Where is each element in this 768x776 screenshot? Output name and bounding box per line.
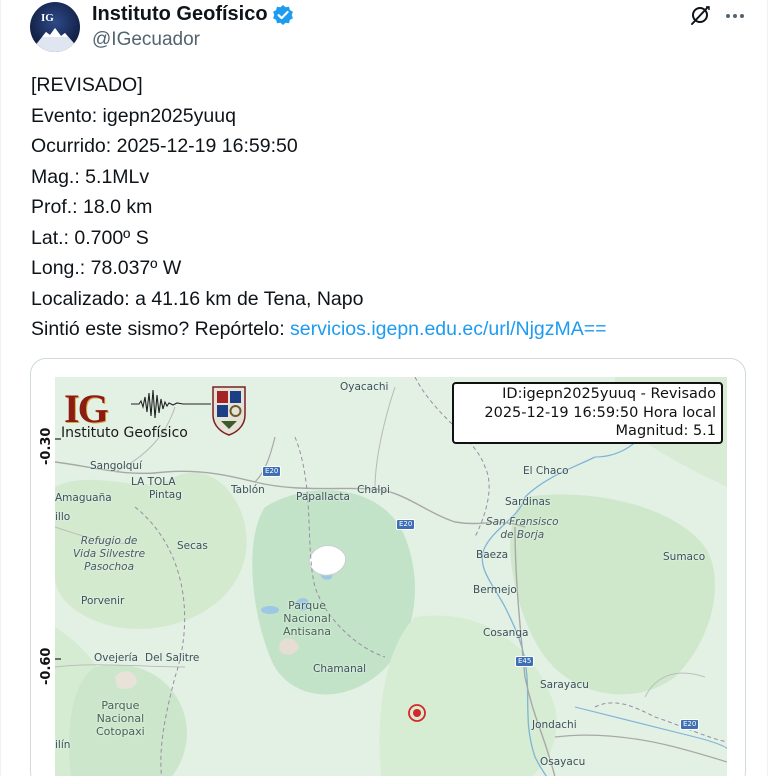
place-label: LA TOLA bbox=[131, 476, 176, 488]
tweet-line-location: Localizado: a 41.16 km de Tena, Napo bbox=[31, 287, 364, 310]
tweet-line-occurred: Ocurrido: 2025-12-19 16:59:50 bbox=[31, 135, 298, 157]
place-label: San Fransisco de Borja bbox=[486, 516, 559, 541]
place-label: Sarayacu bbox=[540, 679, 589, 691]
info-box-id: ID:igepn2025yuuq - Revisado bbox=[502, 386, 716, 402]
author-handle[interactable]: @IGecuador bbox=[92, 29, 200, 51]
place-label: Sardinas bbox=[505, 496, 551, 508]
road-shield: E20 bbox=[396, 519, 416, 530]
place-label: Chamanal bbox=[313, 663, 367, 675]
place-label: Porvenir bbox=[81, 595, 125, 607]
tweet-line-depth: Prof.: 18.0 km bbox=[31, 196, 153, 218]
author-avatar[interactable]: IG bbox=[30, 2, 80, 52]
tweet-line-report: Sintió este sismo? Repórtelo: servicios.… bbox=[31, 314, 751, 345]
place-label: Secas bbox=[177, 540, 208, 552]
report-link[interactable]: servicios.igepn.edu.ec/url/NjgzMA== bbox=[290, 318, 607, 340]
y-tick-label: -0.60 bbox=[39, 647, 54, 685]
place-label: Sumaco bbox=[663, 551, 706, 563]
place-label: Oyacachi bbox=[340, 381, 389, 393]
author-display-name[interactable]: Instituto Geofísico bbox=[92, 3, 268, 26]
place-label: Osayacu bbox=[540, 756, 586, 768]
place-label: Sangolquí bbox=[90, 460, 142, 472]
tweet-line-magnitude: Mag.: 5.1MLv bbox=[31, 165, 150, 188]
report-prefix: Sintió este sismo? Repórtelo: bbox=[31, 318, 291, 340]
place-label: Jondachi bbox=[532, 719, 577, 731]
avatar-logo-text: IG bbox=[41, 12, 54, 24]
road-shield: E45 bbox=[515, 656, 535, 667]
info-box-magnitude: Magnitud: 5.1 bbox=[615, 423, 716, 439]
place-label: Del Salitre bbox=[145, 652, 200, 664]
author-name-row: Instituto Geofísico bbox=[92, 3, 294, 26]
epn-crest-icon bbox=[212, 386, 246, 436]
place-label: Tablón bbox=[231, 484, 265, 496]
place-label: Bermejo bbox=[473, 584, 517, 596]
ig-logo-name: Instituto Geofísico bbox=[61, 425, 188, 441]
seismogram-icon bbox=[131, 389, 211, 419]
y-tick-label: -0.30 bbox=[39, 427, 54, 465]
event-info-box: ID:igepn2025yuuq - Revisado 2025-12-19 1… bbox=[452, 382, 723, 444]
place-label: Refugio de Vida Silvestre Pasochoa bbox=[73, 535, 146, 573]
place-label: Amaguaña bbox=[55, 492, 112, 504]
place-label: Cosanga bbox=[483, 627, 529, 639]
place-label: Parque Nacional Cotopaxi bbox=[96, 699, 145, 738]
info-box-time: 2025-12-19 16:59:50 Hora local bbox=[484, 404, 716, 421]
place-label: Parque Nacional Antisana bbox=[283, 599, 332, 638]
place-label: Pintag bbox=[149, 489, 182, 501]
road-shield: E20 bbox=[680, 719, 700, 730]
tweet-text: [REVISADO] Evento: igepn2025yuuq Ocurrid… bbox=[31, 70, 751, 345]
place-label: El Chaco bbox=[523, 465, 569, 477]
place-label: illo bbox=[55, 511, 71, 523]
tweet-line-event: Evento: igepn2025yuuq bbox=[31, 104, 236, 127]
tweet-line-status: [REVISADO] bbox=[31, 74, 143, 96]
tweet-line-latitude: Lat.: 0.700º S bbox=[31, 226, 149, 249]
more-options-icon[interactable] bbox=[724, 6, 746, 26]
place-label: ilín bbox=[55, 739, 71, 751]
verified-badge-icon[interactable] bbox=[272, 4, 294, 26]
volcano-icon bbox=[30, 28, 80, 52]
place-label: Ovejería bbox=[94, 652, 138, 664]
tweet[interactable]: IG Instituto Geofísico @IGecuador [REVIS… bbox=[0, 0, 768, 776]
grok-icon[interactable] bbox=[689, 4, 711, 26]
road-shield: E20 bbox=[262, 466, 282, 477]
place-label: Papallacta bbox=[296, 491, 350, 503]
tweet-line-longitude: Long.: 78.037º W bbox=[31, 257, 182, 279]
place-label: Chalpi bbox=[357, 484, 390, 496]
place-label: Baeza bbox=[476, 549, 509, 561]
